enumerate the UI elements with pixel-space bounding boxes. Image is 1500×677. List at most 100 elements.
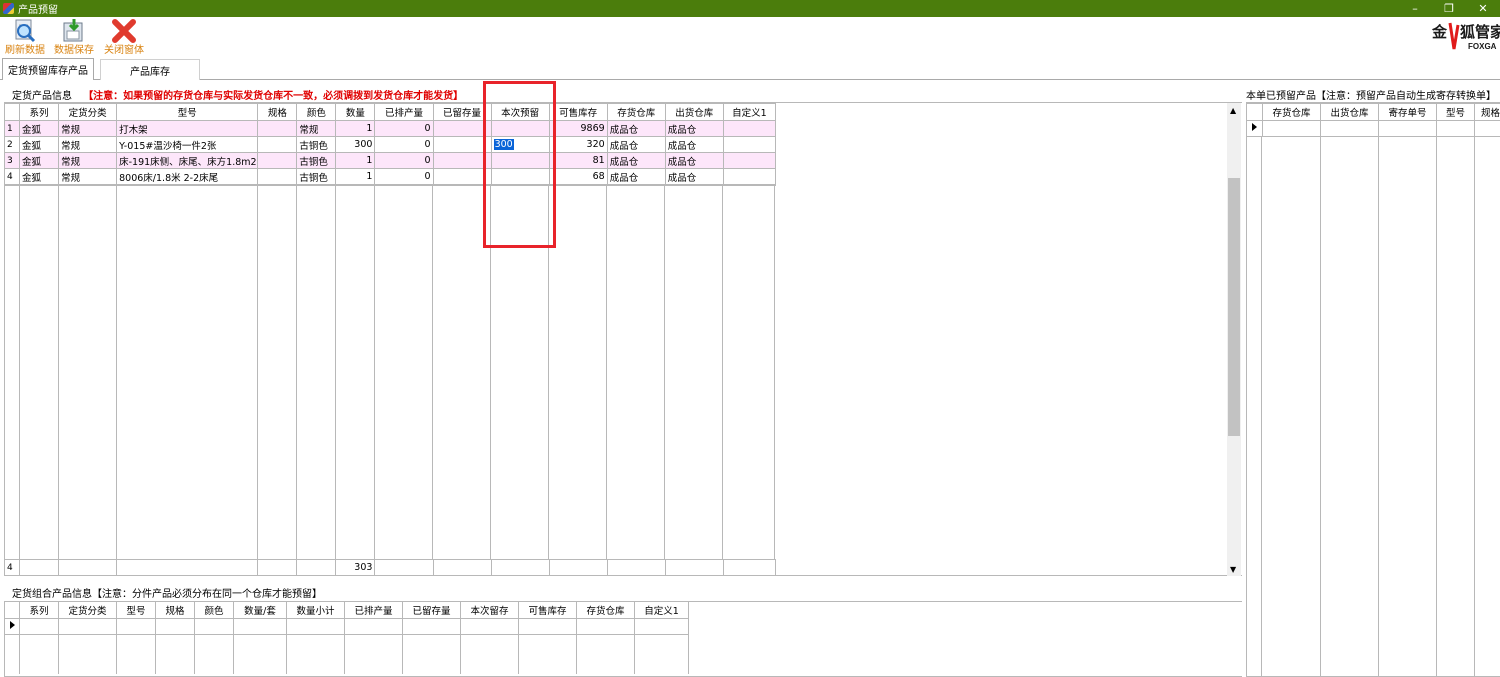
main-table-footer: 4 303 (4, 559, 776, 576)
combo-col-header[interactable]: 已排产量 (345, 602, 403, 619)
cell-stock-wh[interactable]: 成品仓 (607, 137, 665, 153)
col-header[interactable]: 系列 (20, 104, 59, 121)
cell-ship-wh[interactable]: 成品仓 (665, 137, 723, 153)
cell-spec[interactable] (258, 121, 297, 137)
table-row[interactable]: 2金狐常规Y-015#温沙椅一件2张古铜色3000300320成品仓成品仓 (5, 137, 776, 153)
cell-category[interactable]: 常规 (59, 153, 117, 169)
table-row[interactable]: 1金狐常规打木架常规109869成品仓成品仓 (5, 121, 776, 137)
col-header[interactable]: 颜色 (297, 104, 336, 121)
minimize-button[interactable]: – (1398, 0, 1432, 17)
cell-spec[interactable] (258, 137, 297, 153)
combo-col-header[interactable]: 已留存量 (403, 602, 461, 619)
combo-col-header[interactable]: 自定义1 (635, 602, 689, 619)
col-header[interactable]: 自定义1 (723, 104, 775, 121)
cell-custom1[interactable] (723, 153, 775, 169)
cell-saleable[interactable]: 320 (549, 137, 607, 153)
combo-col-header[interactable]: 颜色 (195, 602, 234, 619)
refresh-data-button[interactable]: 刷新数据 (0, 18, 50, 58)
main-section-warning: 【注意：如果预留的存货仓库与实际发货仓库不一致，必须调拨到发货仓库才能发货】 (83, 91, 463, 102)
cell-color[interactable]: 古铜色 (297, 153, 336, 169)
cell-scheduled[interactable]: 0 (375, 137, 433, 153)
cell-qty[interactable]: 300 (336, 137, 375, 153)
col-header[interactable]: 定货分类 (59, 104, 117, 121)
right-col-header[interactable]: 型号 (1437, 104, 1475, 121)
scroll-down-arrow[interactable]: ▼ (1230, 565, 1236, 574)
col-header[interactable]: 规格 (258, 104, 297, 121)
combo-col-header[interactable]: 可售库存 (519, 602, 577, 619)
cell-ship-wh[interactable]: 成品仓 (665, 121, 723, 137)
cell-series[interactable]: 金狐 (20, 169, 59, 185)
combo-col-header[interactable]: 型号 (117, 602, 156, 619)
cell-color[interactable]: 常规 (297, 121, 336, 137)
tab-reserve-stock[interactable]: 定货预留库存产品 (2, 58, 94, 80)
right-col-header[interactable]: 存货仓库 (1263, 104, 1321, 121)
cell-spec[interactable] (258, 153, 297, 169)
cell-qty[interactable]: 1 (336, 169, 375, 185)
cell-custom1[interactable] (723, 121, 775, 137)
tab-product-stock[interactable]: 产品库存 (100, 59, 200, 80)
close-form-button[interactable]: 关闭窗体 (99, 18, 149, 58)
cell-stock-wh[interactable]: 成品仓 (607, 121, 665, 137)
cell-stock-wh[interactable]: 成品仓 (607, 153, 665, 169)
col-header[interactable]: 数量 (336, 104, 375, 121)
cell-saleable[interactable]: 9869 (549, 121, 607, 137)
scrollbar-thumb[interactable] (1228, 178, 1240, 436)
cell-color[interactable]: 古铜色 (297, 137, 336, 153)
cell-color[interactable]: 古铜色 (297, 169, 336, 185)
cell-ship-wh[interactable]: 成品仓 (665, 153, 723, 169)
combo-col-header[interactable]: 存货仓库 (577, 602, 635, 619)
cell-stock-wh[interactable]: 成品仓 (607, 169, 665, 185)
restore-button[interactable]: ❐ (1432, 0, 1466, 17)
cell-series[interactable]: 金狐 (20, 153, 59, 169)
col-header[interactable]: 出货仓库 (665, 104, 723, 121)
col-header[interactable]: 型号 (117, 104, 258, 121)
cell-scheduled[interactable]: 0 (375, 121, 433, 137)
cell-category[interactable]: 常规 (59, 169, 117, 185)
combo-col-header[interactable]: 系列 (20, 602, 59, 619)
cell-qty[interactable]: 1 (336, 121, 375, 137)
cell-custom1[interactable] (723, 169, 775, 185)
row-index[interactable]: 2 (5, 137, 20, 153)
brand-logo: 金 狐管家 FOXGA (1430, 19, 1500, 55)
cell-series[interactable]: 金狐 (20, 121, 59, 137)
footer-count: 4 (5, 560, 20, 576)
cell-category[interactable]: 常规 (59, 137, 117, 153)
cell-model[interactable]: 8006床/1.8米 2-2床尾 (117, 169, 258, 185)
combo-col-header[interactable]: 定货分类 (59, 602, 117, 619)
cell-scheduled[interactable]: 0 (375, 169, 433, 185)
cell-saleable[interactable]: 68 (549, 169, 607, 185)
combo-col-header[interactable]: 数量小计 (287, 602, 345, 619)
cell-saleable[interactable]: 81 (549, 153, 607, 169)
combo-col-header[interactable]: 规格 (156, 602, 195, 619)
col-header[interactable]: 存货仓库 (607, 104, 665, 121)
cell-spec[interactable] (258, 169, 297, 185)
red-x-close-icon (111, 18, 137, 44)
save-data-button[interactable]: 数据保存 (49, 18, 99, 58)
main-vertical-scrollbar[interactable]: ▲ ▼ (1227, 103, 1241, 576)
right-col-header[interactable]: 规格 (1475, 104, 1500, 121)
cell-category[interactable]: 常规 (59, 121, 117, 137)
refresh-label: 刷新数据 (0, 45, 50, 57)
right-col-header[interactable]: 寄存单号 (1379, 104, 1437, 121)
combo-col-header[interactable]: 本次留存 (461, 602, 519, 619)
cell-model[interactable]: Y-015#温沙椅一件2张 (117, 137, 258, 153)
cell-ship-wh[interactable]: 成品仓 (665, 169, 723, 185)
cell-model[interactable]: 打木架 (117, 121, 258, 137)
row-index[interactable]: 1 (5, 121, 20, 137)
right-col-header[interactable]: 出货仓库 (1321, 104, 1379, 121)
close-window-button[interactable]: ✕ (1466, 0, 1500, 17)
cell-model[interactable]: 床-191床侧、床尾、床方1.8m2-2 (117, 153, 258, 169)
row-index[interactable]: 4 (5, 169, 20, 185)
table-row[interactable]: 4金狐常规8006床/1.8米 2-2床尾古铜色1068成品仓成品仓 (5, 169, 776, 185)
col-header[interactable]: 已排产量 (375, 104, 433, 121)
cell-qty[interactable]: 1 (336, 153, 375, 169)
col-header[interactable]: 可售库存 (549, 104, 607, 121)
cell-series[interactable]: 金狐 (20, 137, 59, 153)
cell-scheduled[interactable]: 0 (375, 153, 433, 169)
combo-col-header[interactable]: 数量/套 (234, 602, 287, 619)
table-row[interactable]: 3金狐常规床-191床侧、床尾、床方1.8m2-2古铜色1081成品仓成品仓 (5, 153, 776, 169)
scroll-up-arrow[interactable]: ▲ (1230, 106, 1236, 115)
row-index[interactable]: 3 (5, 153, 20, 169)
right-section-title: 本单已预留产品【注意：预留产品自动生成寄存转换单】 (1246, 87, 1496, 102)
cell-custom1[interactable] (723, 137, 775, 153)
